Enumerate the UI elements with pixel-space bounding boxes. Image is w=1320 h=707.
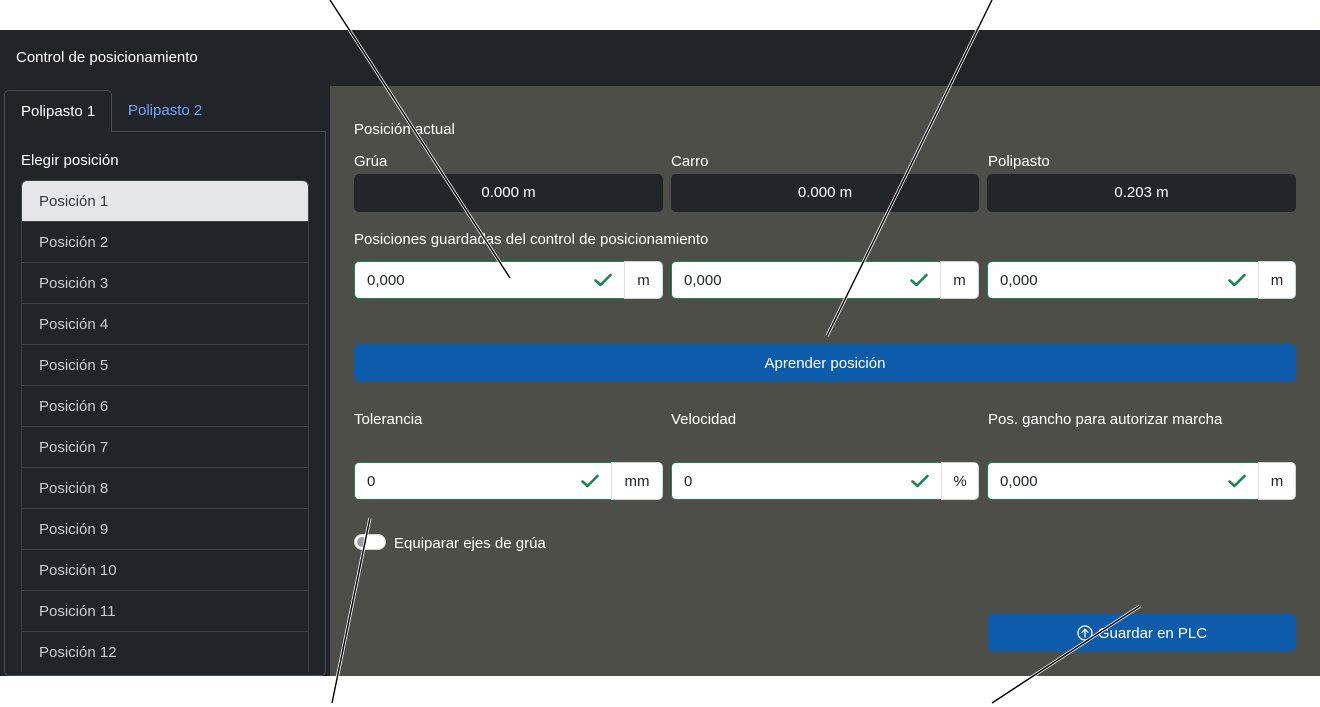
arrow-up-circle-icon: [1077, 625, 1093, 641]
saved-positions-heading: Posiciones guardadas del control de posi…: [354, 231, 709, 248]
saved-crane-group: 0,000 m: [354, 261, 663, 299]
valid-check-icon: [911, 474, 929, 488]
hook-position-group: 0,000 m: [987, 462, 1296, 500]
saved-trolley-input[interactable]: 0,000: [671, 261, 940, 299]
saved-hoist-value: 0,000: [1000, 271, 1038, 289]
position-list-item[interactable]: Posición 11: [22, 591, 308, 632]
unit-label: m: [940, 261, 979, 299]
position-list-item[interactable]: Posición 5: [22, 345, 308, 386]
hook-position-input[interactable]: 0,000: [987, 462, 1258, 500]
crane-label: Grúa: [354, 153, 388, 170]
position-list: Posición 1 Posición 2 Posición 3 Posición 4…: [21, 180, 309, 672]
saved-trolley-group: 0,000 m: [671, 261, 979, 299]
speed-group: 0 %: [671, 462, 979, 500]
hoist-current-value: 0.203 m: [987, 174, 1296, 212]
speed-value: 0: [684, 472, 693, 490]
crane-current-value: 0.000 m: [354, 174, 663, 212]
trolley-label: Carro: [671, 153, 709, 170]
hoist-tabs: Polipasto 1 Polipasto 2: [4, 90, 326, 132]
tolerance-label: Tolerancia: [354, 411, 423, 428]
hook-position-label: Pos. gancho para autorizar marcha: [988, 411, 1223, 428]
position-list-item[interactable]: Posición 7: [22, 427, 308, 468]
hoist-label: Polipasto: [988, 153, 1050, 170]
tolerance-value: 0: [367, 472, 376, 490]
position-list-item[interactable]: Posición 6: [22, 386, 308, 427]
unit-label: m: [1258, 462, 1296, 500]
tab-hoist-2[interactable]: Polipasto 2: [112, 90, 218, 132]
saved-hoist-group: 0,000 m: [987, 261, 1296, 299]
tab-hoist-1[interactable]: Polipasto 1: [4, 90, 113, 132]
position-list-item[interactable]: Posición 4: [22, 304, 308, 345]
unit-label: mm: [611, 462, 663, 500]
saved-crane-value: 0,000: [367, 271, 405, 289]
position-list-item[interactable]: Posición 2: [22, 222, 308, 263]
position-list-item[interactable]: Posición 8: [22, 468, 308, 509]
match-axes-toggle[interactable]: [354, 534, 386, 550]
speed-input[interactable]: 0: [671, 462, 941, 500]
valid-check-icon: [910, 273, 928, 287]
app-title: Control de posicionamiento: [16, 49, 198, 66]
trolley-current-value: 0.000 m: [671, 174, 979, 212]
unit-label: m: [624, 261, 663, 299]
hook-position-value: 0,000: [1000, 472, 1038, 490]
saved-trolley-value: 0,000: [684, 271, 722, 289]
app-window: Control de posicionamiento Polipasto 1 P…: [0, 30, 1320, 676]
position-list-item[interactable]: Posición 3: [22, 263, 308, 304]
position-selector-panel: Elegir posición Posición 1 Posición 2 Posi…: [4, 131, 326, 676]
valid-check-icon: [594, 273, 612, 287]
valid-check-icon: [1228, 273, 1246, 287]
valid-check-icon: [581, 474, 599, 488]
speed-label: Velocidad: [671, 411, 737, 428]
saved-crane-input[interactable]: 0,000: [354, 261, 624, 299]
learn-position-button[interactable]: Aprender posición: [354, 344, 1296, 382]
saved-hoist-input[interactable]: 0,000: [987, 261, 1258, 299]
tolerance-input[interactable]: 0: [354, 462, 611, 500]
position-list-item[interactable]: Posición 10: [22, 550, 308, 591]
position-detail-panel: Posición actual Grúa Carro Polipasto 0.0…: [330, 86, 1320, 676]
unit-label: m: [1258, 261, 1296, 299]
valid-check-icon: [1228, 474, 1246, 488]
save-to-plc-button[interactable]: Guardar en PLC: [988, 614, 1296, 652]
save-to-plc-label: Guardar en PLC: [1097, 624, 1208, 642]
position-list-item[interactable]: Posición 9: [22, 509, 308, 550]
position-list-item[interactable]: Posición 1: [22, 181, 308, 222]
current-position-heading: Posición actual: [354, 121, 455, 138]
toggle-knob: [357, 537, 367, 547]
match-axes-label: Equiparar ejes de grúa: [394, 535, 546, 552]
unit-label: %: [941, 462, 979, 500]
choose-position-label: Elegir posición: [21, 152, 119, 169]
position-list-item[interactable]: Posición 12: [22, 632, 308, 672]
tolerance-group: 0 mm: [354, 462, 663, 500]
